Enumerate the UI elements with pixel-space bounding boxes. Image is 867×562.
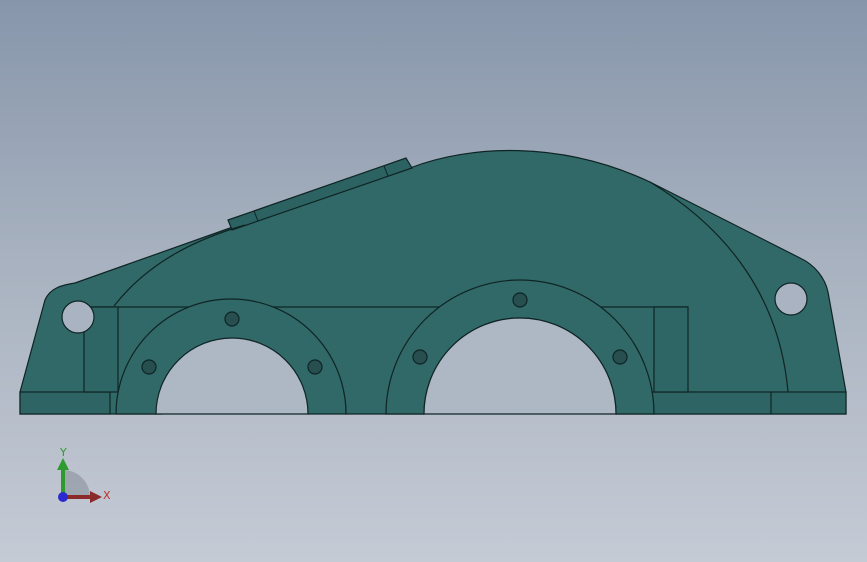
z-axis-dot bbox=[58, 492, 68, 502]
left-foot bbox=[19, 391, 111, 415]
right-foot bbox=[651, 391, 847, 415]
right-boss bbox=[653, 306, 689, 393]
x-axis-arrow bbox=[90, 491, 102, 503]
y-axis-label: Y bbox=[59, 446, 67, 459]
bolt-hole[interactable] bbox=[141, 359, 157, 375]
bolt-hole[interactable] bbox=[412, 349, 428, 365]
right-mount-hole[interactable] bbox=[774, 282, 808, 316]
graphics-viewport[interactable]: Y X bbox=[0, 0, 867, 562]
bolt-hole[interactable] bbox=[612, 349, 628, 365]
bolt-hole[interactable] bbox=[307, 359, 323, 375]
bolt-hole[interactable] bbox=[224, 311, 240, 327]
bolt-hole[interactable] bbox=[512, 292, 528, 308]
model-view[interactable]: Y X bbox=[0, 0, 867, 562]
y-axis-arrow bbox=[57, 458, 69, 470]
coordinate-triad[interactable]: Y X bbox=[57, 446, 111, 503]
x-axis-label: X bbox=[103, 489, 111, 502]
triad-quarter-disc bbox=[63, 470, 90, 497]
left-mount-hole[interactable] bbox=[61, 300, 95, 334]
